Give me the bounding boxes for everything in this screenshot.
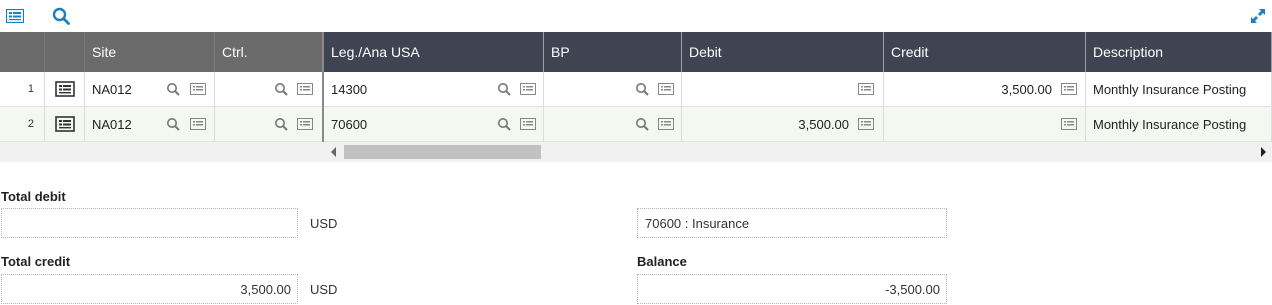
search-icon[interactable] bbox=[273, 81, 289, 97]
cell-credit[interactable] bbox=[884, 107, 1086, 142]
cell-bp[interactable] bbox=[544, 72, 682, 107]
search-icon[interactable] bbox=[165, 116, 181, 132]
scroll-right-icon[interactable] bbox=[1261, 147, 1266, 157]
select-list-icon[interactable] bbox=[858, 81, 874, 97]
row-number: 2 bbox=[0, 107, 45, 142]
search-icon[interactable] bbox=[496, 81, 512, 97]
select-list-icon[interactable] bbox=[520, 81, 536, 97]
header-site[interactable]: Site bbox=[85, 32, 215, 72]
table-row: 1 NA012 14300 3,500.00 Monthly Insurance… bbox=[0, 72, 1272, 107]
select-list-icon[interactable] bbox=[658, 81, 674, 97]
header-rownum bbox=[0, 32, 45, 72]
account-description-field[interactable]: 70600 : Insurance bbox=[637, 208, 947, 238]
select-list-icon[interactable] bbox=[858, 116, 874, 132]
cell-ctrl[interactable] bbox=[215, 72, 324, 107]
cell-site[interactable]: NA012 bbox=[85, 107, 215, 142]
header-description[interactable]: Description bbox=[1086, 32, 1272, 72]
cell-bp[interactable] bbox=[544, 107, 682, 142]
cell-description[interactable]: Monthly Insurance Posting bbox=[1086, 107, 1272, 142]
toolbar bbox=[0, 0, 1272, 32]
site-value: NA012 bbox=[92, 116, 132, 132]
select-list-icon[interactable] bbox=[520, 116, 536, 132]
site-value: NA012 bbox=[92, 81, 132, 97]
total-credit-value: 3,500.00 bbox=[240, 281, 291, 297]
account-value: 70600 bbox=[331, 116, 368, 132]
description-value: Monthly Insurance Posting bbox=[1093, 116, 1247, 132]
search-icon[interactable] bbox=[634, 116, 650, 132]
cell-credit[interactable]: 3,500.00 bbox=[884, 72, 1086, 107]
select-list-icon[interactable] bbox=[190, 81, 206, 97]
search-icon[interactable] bbox=[634, 81, 650, 97]
cell-description[interactable]: Monthly Insurance Posting bbox=[1086, 72, 1272, 107]
account-value: 14300 bbox=[331, 81, 368, 97]
header-account[interactable]: Leg./Ana USA bbox=[324, 32, 544, 72]
header-debit[interactable]: Debit bbox=[682, 32, 884, 72]
total-debit-currency: USD bbox=[310, 216, 338, 231]
cell-debit[interactable] bbox=[682, 72, 884, 107]
row-number: 1 bbox=[0, 72, 45, 107]
table-row: 2 NA012 70600 3,500.00 Monthly Insurance… bbox=[0, 107, 1272, 142]
select-list-icon[interactable] bbox=[190, 116, 206, 132]
select-list-icon[interactable] bbox=[1061, 81, 1077, 97]
search-icon[interactable] bbox=[51, 6, 71, 26]
balance-value: -3,500.00 bbox=[885, 281, 940, 297]
header-action bbox=[45, 32, 85, 72]
cell-account[interactable]: 14300 bbox=[324, 72, 544, 107]
frozen-scroll-area bbox=[0, 142, 324, 162]
search-icon[interactable] bbox=[273, 116, 289, 132]
list-icon[interactable] bbox=[5, 6, 25, 26]
total-credit-field[interactable]: 3,500.00 bbox=[1, 274, 298, 304]
column-freeze-splitter[interactable] bbox=[322, 32, 324, 142]
account-description-value: 70600 : Insurance bbox=[645, 215, 750, 231]
header-ctrl[interactable]: Ctrl. bbox=[215, 32, 323, 72]
cell-ctrl[interactable] bbox=[215, 107, 324, 142]
debit-value: 3,500.00 bbox=[798, 116, 849, 132]
total-debit-field[interactable] bbox=[1, 208, 298, 238]
select-list-icon[interactable] bbox=[297, 116, 313, 132]
scrollbar-thumb[interactable] bbox=[344, 145, 541, 159]
select-list-icon[interactable] bbox=[1061, 116, 1077, 132]
select-list-icon[interactable] bbox=[658, 116, 674, 132]
cell-site[interactable]: NA012 bbox=[85, 72, 215, 107]
expand-icon[interactable] bbox=[1248, 6, 1268, 26]
search-icon[interactable] bbox=[165, 81, 181, 97]
description-value: Monthly Insurance Posting bbox=[1093, 81, 1247, 97]
total-debit-label: Total debit bbox=[1, 189, 66, 204]
scroll-left-icon[interactable] bbox=[331, 147, 336, 157]
total-credit-currency: USD bbox=[310, 282, 338, 297]
search-icon[interactable] bbox=[496, 116, 512, 132]
header-bp[interactable]: BP bbox=[544, 32, 682, 72]
cell-account[interactable]: 70600 bbox=[324, 107, 544, 142]
cell-debit[interactable]: 3,500.00 bbox=[682, 107, 884, 142]
balance-label: Balance bbox=[637, 254, 687, 269]
balance-field[interactable]: -3,500.00 bbox=[637, 274, 947, 304]
row-detail-icon[interactable] bbox=[45, 107, 85, 142]
total-credit-label: Total credit bbox=[1, 254, 71, 269]
row-detail-icon[interactable] bbox=[45, 72, 85, 107]
select-list-icon[interactable] bbox=[297, 81, 313, 97]
header-credit[interactable]: Credit bbox=[884, 32, 1086, 72]
horizontal-scrollbar[interactable] bbox=[324, 142, 1272, 162]
credit-value: 3,500.00 bbox=[1001, 81, 1052, 97]
